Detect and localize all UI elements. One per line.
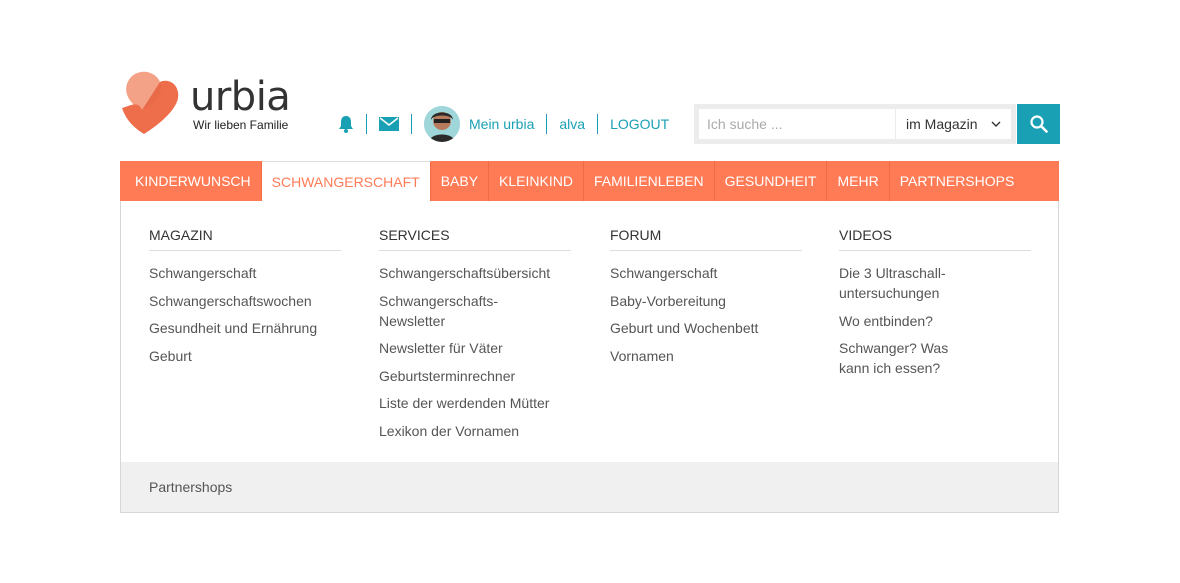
heart-logo-icon bbox=[122, 71, 179, 134]
nav-partnershops[interactable]: PARTNERSHOPS bbox=[890, 161, 1025, 201]
menu-link[interactable]: Schwangerschaft bbox=[610, 263, 802, 283]
mein-urbia-link[interactable]: Mein urbia bbox=[469, 116, 534, 132]
menu-link[interactable]: Baby-Vorbereitung bbox=[610, 291, 802, 311]
logout-link[interactable]: LOGOUT bbox=[610, 116, 669, 132]
logo-wordmark: urbia bbox=[190, 74, 291, 120]
menu-link[interactable]: Die 3 Ultraschall-untersuchungen bbox=[839, 263, 979, 303]
column-heading: MAGAZIN bbox=[149, 227, 341, 251]
partnershops-link[interactable]: Partnershops bbox=[121, 462, 1058, 512]
nav-gesundheit[interactable]: GESUNDHEIT bbox=[715, 161, 828, 201]
menu-link[interactable]: Schwanger? Was kann ich essen? bbox=[839, 338, 979, 378]
nav-baby[interactable]: BABY bbox=[431, 161, 490, 201]
nav-mehr[interactable]: MEHR bbox=[827, 161, 890, 201]
menu-link[interactable]: Schwangerschafts-Newsletter bbox=[379, 291, 519, 331]
nav-familienleben[interactable]: FAMILIENLEBEN bbox=[584, 161, 715, 201]
search-bar: im Magazin bbox=[694, 104, 1060, 144]
urbia-logo[interactable]: urbia Wir lieben Familie bbox=[120, 70, 300, 140]
menu-column-forum: FORUM Schwangerschaft Baby-Vorbereitung … bbox=[610, 227, 802, 373]
divider bbox=[597, 114, 599, 134]
mail-icon[interactable] bbox=[379, 117, 399, 131]
search-scope-label: im Magazin bbox=[906, 116, 978, 132]
divider bbox=[411, 114, 412, 134]
chevron-down-icon bbox=[991, 121, 1001, 127]
site-header: urbia Wir lieben Familie Mein urbia alva… bbox=[120, 70, 1060, 150]
menu-link[interactable]: Geburtsterminrechner bbox=[379, 366, 571, 386]
column-heading: FORUM bbox=[610, 227, 802, 251]
nav-kinderwunsch[interactable]: KINDERWUNSCH bbox=[120, 161, 262, 201]
search-button[interactable] bbox=[1017, 104, 1060, 144]
menu-column-videos: VIDEOS Die 3 Ultraschall-untersuchungen … bbox=[839, 227, 1031, 386]
bell-icon[interactable] bbox=[338, 115, 354, 133]
menu-link[interactable]: Lexikon der Vornamen bbox=[379, 421, 571, 441]
menu-column-services: SERVICES Schwangerschaftsübersicht Schwa… bbox=[379, 227, 571, 448]
menu-link[interactable]: Newsletter für Väter bbox=[379, 338, 571, 358]
menu-link[interactable]: Wo entbinden? bbox=[839, 311, 1031, 331]
avatar[interactable] bbox=[424, 106, 460, 142]
menu-link[interactable]: Schwangerschaftswochen bbox=[149, 291, 341, 311]
menu-link[interactable]: Geburt bbox=[149, 346, 341, 366]
username-link[interactable]: alva bbox=[559, 116, 585, 132]
search-box: im Magazin bbox=[694, 104, 1016, 144]
logo-tagline: Wir lieben Familie bbox=[193, 118, 289, 132]
search-icon bbox=[1029, 115, 1048, 133]
search-scope-select[interactable]: im Magazin bbox=[896, 109, 1011, 139]
menu-link[interactable]: Liste der werdenden Mütter bbox=[379, 393, 571, 413]
menu-link[interactable]: Gesundheit und Ernährung bbox=[149, 318, 341, 338]
menu-link[interactable]: Schwangerschaft bbox=[149, 263, 341, 283]
user-nav: Mein urbia alva LOGOUT bbox=[338, 104, 669, 144]
divider bbox=[546, 114, 548, 134]
column-heading: SERVICES bbox=[379, 227, 571, 251]
nav-schwangerschaft[interactable]: SCHWANGERSCHAFT bbox=[261, 161, 431, 201]
divider bbox=[366, 114, 367, 134]
main-nav: KINDERWUNSCH SCHWANGERSCHAFT BABY KLEINK… bbox=[120, 161, 1059, 201]
column-heading: VIDEOS bbox=[839, 227, 1031, 251]
nav-kleinkind[interactable]: KLEINKIND bbox=[489, 161, 584, 201]
menu-link[interactable]: Vornamen bbox=[610, 346, 802, 366]
mega-menu: MAGAZIN Schwangerschaft Schwangerschafts… bbox=[120, 201, 1059, 513]
menu-link[interactable]: Schwangerschaftsübersicht bbox=[379, 263, 571, 283]
menu-column-magazin: MAGAZIN Schwangerschaft Schwangerschafts… bbox=[149, 227, 341, 373]
menu-link[interactable]: Geburt und Wochenbett bbox=[610, 318, 802, 338]
search-input[interactable] bbox=[699, 109, 895, 139]
